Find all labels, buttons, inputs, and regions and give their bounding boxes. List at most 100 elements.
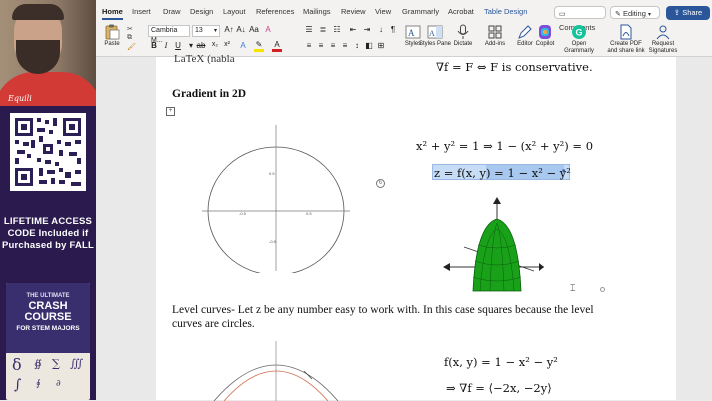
document-page[interactable]: LaTeX (nabla ∇f = F ⇔ F is conservative.… (156, 53, 676, 401)
gradient-equation: ⇒ ∇f = ⟨−2x, −2y⟩ (446, 381, 552, 395)
dictate-button[interactable]: Dictate (446, 24, 480, 48)
italic-icon[interactable]: I (161, 41, 171, 50)
tab-table-design[interactable]: Table Design (484, 7, 527, 16)
top-fragment-text: LaTeX (nabla (174, 53, 235, 65)
tick-label-neg: -0.5 (239, 211, 247, 216)
request-signatures-label: Request Signatures (648, 41, 678, 54)
ribbon: Home Insert Draw Design Layout Reference… (96, 0, 712, 57)
font-color-icon[interactable]: A (272, 40, 282, 52)
shrink-font-icon[interactable]: A↓ (236, 25, 246, 34)
strikethrough-icon[interactable]: ab (196, 41, 206, 50)
copilot-label: Copilot (535, 41, 555, 47)
copilot-button[interactable]: Copilot (528, 24, 562, 48)
underline-icon[interactable]: U (173, 41, 183, 50)
qr-code (10, 113, 86, 191)
copilot-icon (536, 24, 554, 40)
z-arrow (493, 197, 501, 204)
share-label: Share (682, 8, 703, 17)
svg-text:G: G (576, 28, 583, 38)
clear-formatting-icon[interactable]: A (263, 25, 273, 34)
create-pdf-label: Create PDF and share link (607, 41, 645, 54)
svg-text:A: A (429, 29, 435, 38)
font-size-value: 13 (195, 27, 203, 34)
chevron-down-icon: ▾ (213, 28, 217, 34)
editing-label: Editing (622, 9, 646, 18)
equation-options-icon[interactable]: ▾ (562, 167, 566, 175)
conservative-equation: ∇f = F ⇔ F is conservative. (436, 60, 593, 74)
superscript-icon[interactable]: x² (222, 41, 232, 48)
sort-icon[interactable]: ↓ (376, 25, 386, 34)
tab-acrobat[interactable]: Acrobat (448, 7, 474, 16)
align-right-icon[interactable]: ≡ (328, 41, 338, 50)
add-ins-button[interactable]: Add-ins (478, 24, 512, 48)
borders-icon[interactable]: ⊞ (376, 41, 386, 50)
tab-grammarly[interactable]: Grammarly (402, 7, 439, 16)
x-arrow-right (539, 263, 544, 271)
shirt-text: Equili (8, 94, 32, 103)
comments-button[interactable]: ▭ Comments (554, 6, 606, 32)
justify-icon[interactable]: ≡ (340, 41, 350, 50)
section-heading: Gradient in 2D (172, 88, 247, 100)
highlight-icon[interactable]: ✎ (254, 40, 264, 52)
dropdown-icon[interactable]: ▾ (186, 41, 196, 50)
text-effects-icon[interactable]: A (238, 41, 248, 50)
layout-options-icon[interactable]: ↻ (376, 179, 385, 188)
tab-references[interactable]: References (256, 7, 294, 16)
tab-view[interactable]: View (375, 7, 391, 16)
tab-design[interactable]: Design (190, 7, 213, 16)
request-signatures-button[interactable]: Request Signatures (644, 24, 682, 55)
document-canvas: LaTeX (nabla ∇f = F ⇔ F is conservative.… (96, 53, 712, 401)
grammarly-icon: G (570, 24, 588, 40)
microphone-icon (454, 24, 472, 40)
level-curves-paragraph: Level curves- Let z be any number easy t… (172, 304, 594, 330)
line-spacing-icon[interactable]: ↕ (352, 41, 362, 50)
pdf-icon (617, 24, 635, 40)
tab-layout[interactable]: Layout (223, 7, 246, 16)
align-left-icon[interactable]: ≡ (304, 41, 314, 50)
signature-icon (654, 24, 672, 40)
tab-draw[interactable]: Draw (163, 7, 181, 16)
multilevel-list-icon[interactable]: ☷ (332, 25, 342, 34)
tab-mailings[interactable]: Mailings (303, 7, 331, 16)
editing-button[interactable]: ✎ Editing ▾ (610, 6, 660, 19)
paraboloid-equation: z = f(x, y) = 1 − x² − y² (434, 166, 571, 180)
font-size-combo[interactable]: 13 ▾ (192, 25, 220, 37)
clipboard-icon (103, 24, 121, 40)
unit-circle-graph: 0.5 -0.5 0.5 -0.5 (202, 125, 350, 273)
tab-home[interactable]: Home (102, 7, 123, 20)
grow-font-icon[interactable]: A↑ (224, 25, 234, 34)
change-case-icon[interactable]: Aa (249, 25, 259, 34)
open-grammarly-label: Open Grammarly (564, 41, 594, 54)
table-move-handle-icon[interactable]: + (166, 107, 175, 116)
copy-icon[interactable]: ⧉ (127, 34, 135, 42)
font-name-combo[interactable]: Cambria M... (148, 25, 190, 44)
dictate-label: Dictate (453, 41, 473, 47)
paste-button[interactable]: Paste (98, 24, 126, 48)
share-button[interactable]: ⇪ Share (666, 6, 710, 20)
tab-insert[interactable]: Insert (132, 7, 151, 16)
tab-review[interactable]: Review (341, 7, 366, 16)
x-arrow-left (443, 263, 450, 271)
paste-label: Paste (104, 41, 120, 47)
bold-icon[interactable]: B (149, 41, 159, 50)
promo-line-3: Purchased by FALL (1, 240, 95, 251)
function-equation: f(x, y) = 1 − x² − y² (444, 355, 558, 369)
sidebar-overlay: Equili LIFETIME ACCESS CODE Included if … (0, 0, 96, 400)
gradient-arrow (303, 370, 313, 380)
circle-equation: x² + y² = 1 ⇒ 1 − (x² + y²) = 0 (416, 139, 594, 153)
format-painter-icon[interactable]: 🖌 (127, 43, 136, 51)
subscript-icon[interactable]: x₂ (210, 41, 220, 48)
shading-icon[interactable]: ◧ (364, 41, 374, 50)
open-grammarly-button[interactable]: G Open Grammarly (562, 24, 596, 55)
decrease-indent-icon[interactable]: ⇤ (348, 25, 358, 34)
styles-pane-icon: A (426, 24, 444, 40)
increase-indent-icon[interactable]: ⇥ (362, 25, 372, 34)
resize-handle-icon[interactable] (600, 287, 605, 292)
create-pdf-button[interactable]: Create PDF and share link (606, 24, 646, 55)
bullets-icon[interactable]: ☰ (304, 25, 314, 34)
align-center-icon[interactable]: ≡ (316, 41, 326, 50)
paraboloid-graph (443, 197, 544, 292)
numbering-icon[interactable]: ≣ (318, 25, 328, 34)
cut-icon[interactable]: ✂ (127, 25, 135, 33)
comment-icon: ▭ (559, 11, 566, 18)
